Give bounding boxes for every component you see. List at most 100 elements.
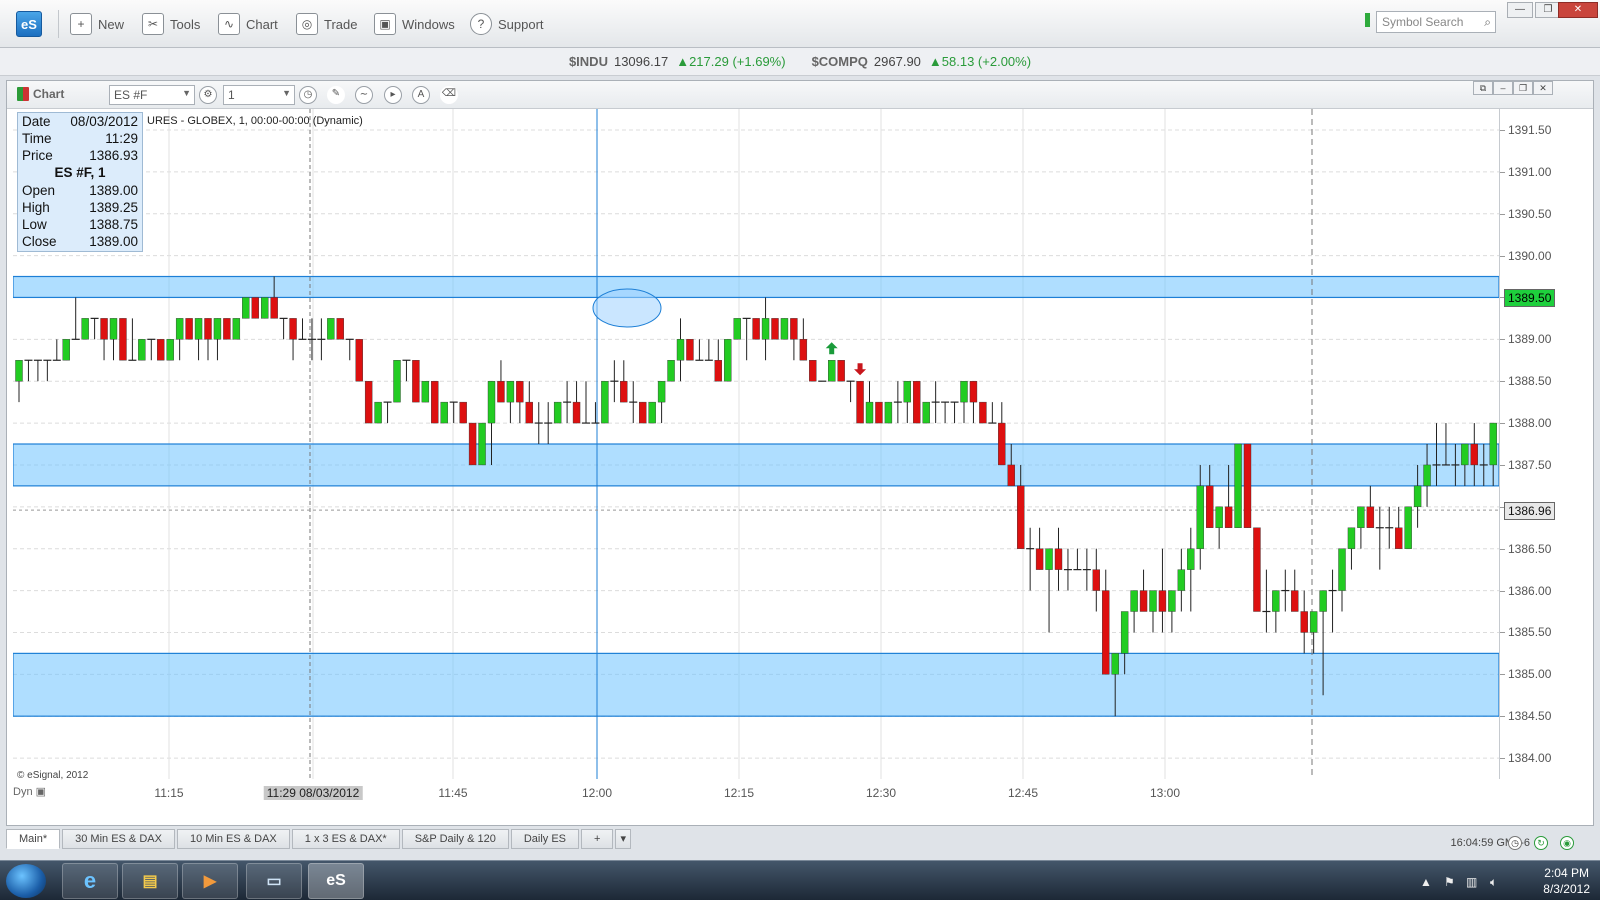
y-tick-label: 1388.00 (1508, 416, 1552, 431)
studies-icon[interactable]: ∼ (355, 86, 373, 104)
chart-close-button[interactable]: ✕ (1533, 81, 1553, 95)
y-tick-label: 1391.00 (1508, 164, 1552, 179)
tab-menu-chevron-icon[interactable]: ▾ (615, 829, 631, 849)
candle-body (1120, 611, 1129, 654)
tab-30min-es-dax[interactable]: 30 Min ES & DAX (62, 829, 175, 849)
chart-window: Chart ES #F ▼ ⚙ 1 ▼ ◷ ✎ ∼ ▸ A ⌫ ⧉ – ❐ ✕ 13… (6, 80, 1594, 826)
candle-body (1177, 569, 1186, 591)
eraser-icon[interactable]: ⌫ (440, 86, 458, 104)
y-tick (1500, 590, 1505, 592)
time-axis[interactable]: 11:15 11:29 08/03/2012 11:45 12:00 12:15 12:3… (13, 781, 1499, 803)
ticker-item[interactable]: $COMPQ 2967.90 ▲58.13 (+2.00%) (812, 54, 1031, 69)
y-tick (1500, 716, 1505, 718)
trade-button[interactable]: ◎ Trade (296, 12, 357, 36)
chart-button[interactable]: ∿ Chart (218, 12, 278, 36)
candle-body (1461, 443, 1469, 466)
candle-body (232, 318, 241, 340)
y-tick-label: 1388.50 (1508, 374, 1552, 389)
dynamic-toggle[interactable]: Dyn ▣ (13, 785, 46, 798)
highlight-ellipse (592, 288, 662, 328)
candle-body (119, 318, 127, 361)
y-tick-label: 1384.50 (1508, 709, 1552, 724)
y-tick (1500, 381, 1505, 383)
interval-select[interactable]: 1 ▼ (223, 85, 295, 105)
last-price-label: 1389.50 (1504, 289, 1556, 308)
tray-overflow-icon[interactable]: ▲ (1420, 875, 1432, 889)
close-button[interactable]: ✕ (1558, 2, 1598, 18)
candle-body (1394, 527, 1403, 549)
candle-body (865, 401, 874, 424)
symbol-input[interactable]: ES #F ▼ (109, 85, 195, 105)
esignal-taskbar-icon[interactable]: eS (308, 863, 364, 899)
candle-body (1205, 485, 1214, 528)
candle-body (1404, 506, 1412, 549)
candle-body (100, 318, 108, 340)
candle-body (1347, 527, 1356, 549)
candle-body (194, 318, 203, 340)
timer-icon[interactable]: ◷ (1508, 836, 1522, 850)
candle-body (412, 360, 420, 403)
price-chart[interactable] (13, 109, 1499, 779)
copyright-text: © eSignal, 2012 (17, 770, 89, 781)
refresh-icon[interactable]: ↻ (1534, 836, 1548, 850)
candle-body (440, 401, 448, 424)
candle-body (1489, 422, 1497, 466)
price-axis[interactable]: 1391.50 1391.00 1390.50 1390.00 1389.50 1389.… (1499, 109, 1593, 779)
candle-body (175, 318, 184, 340)
link-window-button[interactable]: ⧉ (1473, 81, 1493, 95)
windows-icon: ▣ (374, 13, 396, 35)
x-tick-label: 11:15 (154, 786, 184, 800)
esignal-logo[interactable]: eS (16, 11, 42, 37)
clock-icon[interactable]: ◷ (299, 86, 317, 104)
symbol-search-input[interactable]: Symbol Search ⌕ (1376, 11, 1496, 33)
candle-body (1224, 506, 1233, 528)
candle-body (336, 318, 344, 340)
support-resistance-zone (13, 275, 1499, 299)
remote-desktop-icon[interactable]: ▭ (246, 863, 302, 899)
volume-icon[interactable]: 🔈︎ (1490, 875, 1497, 890)
internet-explorer-icon[interactable]: e (62, 863, 118, 899)
settings-icon[interactable]: ⚙ (199, 86, 217, 104)
tab-1x3-es-dax[interactable]: 1 x 3 ES & DAX* (291, 829, 400, 849)
search-icon[interactable]: ⌕ (1484, 15, 1491, 30)
status-ok-icon[interactable]: ◉ (1560, 836, 1574, 850)
candle-body (1272, 590, 1280, 612)
support-button[interactable]: ? Support (470, 12, 544, 36)
sell-signal-arrow-icon (854, 363, 867, 376)
chart-minimize-button[interactable]: – (1493, 81, 1513, 95)
windows-button[interactable]: ▣ Windows (374, 12, 455, 36)
annotation-icon[interactable]: A (412, 86, 430, 104)
y-tick (1500, 758, 1505, 760)
candle-body (166, 339, 174, 361)
tab-10min-es-dax[interactable]: 10 Min ES & DAX (176, 829, 290, 849)
candle-body (1234, 443, 1242, 528)
candle-body (809, 360, 817, 382)
media-player-icon[interactable]: ▶ (182, 863, 238, 899)
candle-body (242, 297, 250, 319)
play-icon[interactable]: ▸ (384, 86, 402, 104)
candle-body (1149, 590, 1157, 612)
action-center-icon[interactable]: ⚑ (1444, 875, 1455, 889)
start-button[interactable] (6, 864, 46, 898)
candle-body (81, 318, 89, 340)
y-tick-label: 1390.00 (1508, 248, 1552, 263)
minimize-button[interactable]: — (1507, 2, 1533, 18)
network-icon[interactable]: ▥ (1466, 875, 1477, 889)
candle-body (1215, 506, 1223, 528)
tab-sp-daily[interactable]: S&P Daily & 120 (401, 829, 509, 849)
candle-body (1130, 590, 1138, 612)
ticker-item[interactable]: $INDU 13096.17 ▲217.29 (+1.69%) (569, 54, 786, 69)
tools-button[interactable]: ✂ Tools (142, 12, 200, 36)
file-explorer-icon[interactable]: ▤ (122, 863, 178, 899)
candle-body (1158, 590, 1167, 612)
pencil-icon[interactable]: ✎ (327, 86, 345, 104)
page-tabs: Main* 30 Min ES & DAX 10 Min ES & DAX 1 … (6, 828, 1594, 850)
y-tick (1500, 632, 1505, 634)
candle-body (15, 360, 23, 382)
tab-daily-es[interactable]: Daily ES (510, 829, 580, 849)
chart-restore-button[interactable]: ❐ (1513, 81, 1533, 95)
new-button[interactable]: + New (70, 12, 124, 36)
tab-main[interactable]: Main* (6, 829, 61, 849)
add-tab-button[interactable]: + (581, 829, 614, 849)
system-clock[interactable]: 2:04 PM 8/3/2012 (1543, 865, 1590, 897)
